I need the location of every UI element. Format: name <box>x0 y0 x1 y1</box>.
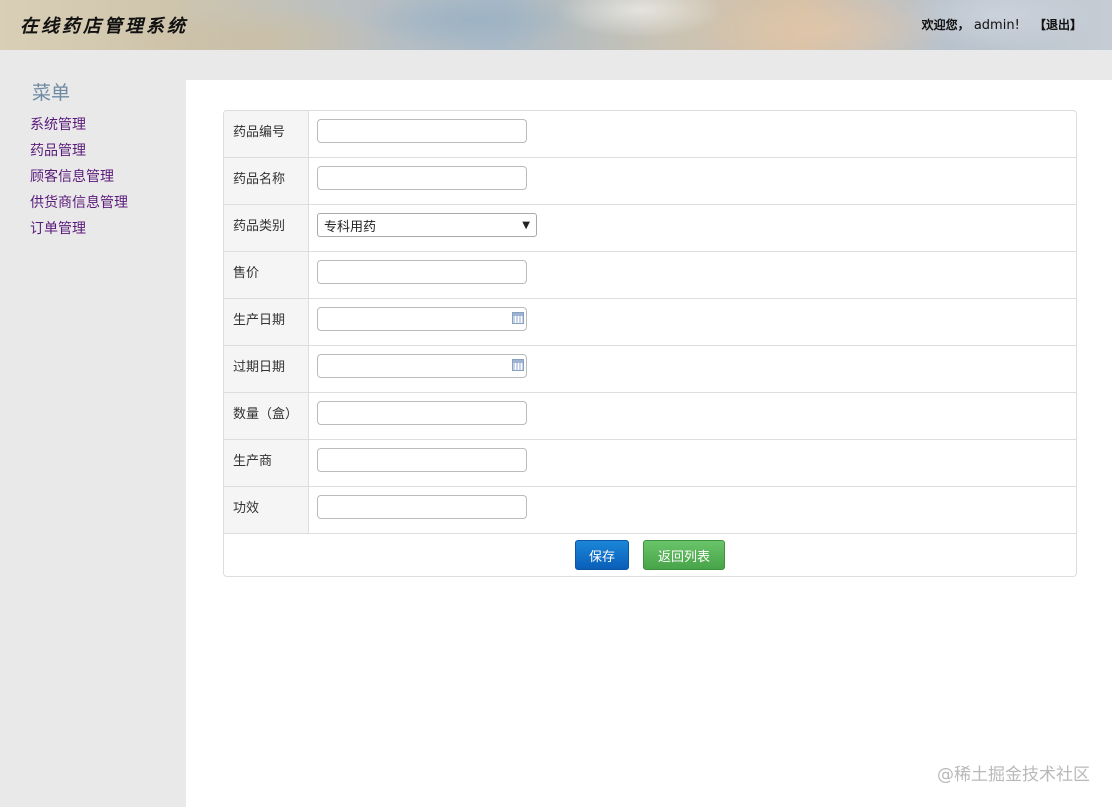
form-row-manufacturer: 生产商 <box>224 440 1076 487</box>
menu-title: 菜单 <box>32 82 71 104</box>
header-banner: 在线药店管理系统 欢迎您， admin! 【退出】 <box>0 0 1112 50</box>
efficacy-label: 功效 <box>224 487 309 533</box>
form-row-price: 售价 <box>224 252 1076 299</box>
watermark: @稀土掘金技术社区 <box>937 765 1090 785</box>
manufacturer-label: 生产商 <box>224 440 309 486</box>
drug-category-label: 药品类别 <box>224 205 309 251</box>
form-row-drug-name: 药品名称 <box>224 158 1076 205</box>
app-title: 在线药店管理系统 <box>20 16 188 37</box>
sidebar-item-drugs[interactable]: 药品管理 <box>30 141 128 167</box>
production-date-label: 生产日期 <box>224 299 309 345</box>
drug-category-select[interactable]: 专科用药 ▼ <box>317 213 537 237</box>
quantity-input[interactable] <box>317 401 527 425</box>
sidebar: 菜单 系统管理 药品管理 顾客信息管理 供货商信息管理 订单管理 <box>0 50 186 807</box>
price-input[interactable] <box>317 260 527 284</box>
sidebar-item-customers[interactable]: 顾客信息管理 <box>30 167 128 193</box>
form-row-production-date: 生产日期 <box>224 299 1076 346</box>
welcome-bar: 欢迎您， admin! 【退出】 <box>922 16 1082 33</box>
price-label: 售价 <box>224 252 309 298</box>
expiry-date-input[interactable] <box>317 354 527 378</box>
form-row-drug-category: 药品类别 专科用药 ▼ <box>224 205 1076 252</box>
menu-list: 系统管理 药品管理 顾客信息管理 供货商信息管理 订单管理 <box>30 115 128 245</box>
drug-name-label: 药品名称 <box>224 158 309 204</box>
sidebar-item-orders[interactable]: 订单管理 <box>30 219 128 245</box>
form-row-quantity: 数量（盒） <box>224 393 1076 440</box>
drug-category-value: 专科用药 <box>324 219 377 235</box>
quantity-label: 数量（盒） <box>224 393 309 439</box>
efficacy-input[interactable] <box>317 495 527 519</box>
drug-code-label: 药品编号 <box>224 111 309 157</box>
expiry-date-label: 过期日期 <box>224 346 309 392</box>
drug-code-input[interactable] <box>317 119 527 143</box>
username: admin! <box>973 18 1020 33</box>
sidebar-item-suppliers[interactable]: 供货商信息管理 <box>30 193 128 219</box>
form-row-expiry-date: 过期日期 <box>224 346 1076 393</box>
manufacturer-input[interactable] <box>317 448 527 472</box>
welcome-text: 欢迎您， <box>921 18 970 32</box>
calendar-icon[interactable] <box>512 312 524 324</box>
back-to-list-button[interactable]: 返回列表 <box>643 540 725 570</box>
drug-form: 药品编号 药品名称 药品类别 专科用药 ▼ 售价 生产日期 过期日期 数量（盒）… <box>223 110 1077 577</box>
form-actions: 保存 返回列表 <box>224 534 1076 576</box>
chevron-down-icon: ▼ <box>522 219 530 231</box>
main-content: 药品编号 药品名称 药品类别 专科用药 ▼ 售价 生产日期 过期日期 数量（盒）… <box>186 80 1112 807</box>
production-date-input[interactable] <box>317 307 527 331</box>
form-row-drug-code: 药品编号 <box>224 111 1076 158</box>
calendar-icon[interactable] <box>512 359 524 371</box>
logout-link[interactable]: 【退出】 <box>1034 18 1082 32</box>
save-button[interactable]: 保存 <box>575 540 629 570</box>
sidebar-item-system[interactable]: 系统管理 <box>30 115 128 141</box>
form-row-efficacy: 功效 <box>224 487 1076 534</box>
drug-name-input[interactable] <box>317 166 527 190</box>
